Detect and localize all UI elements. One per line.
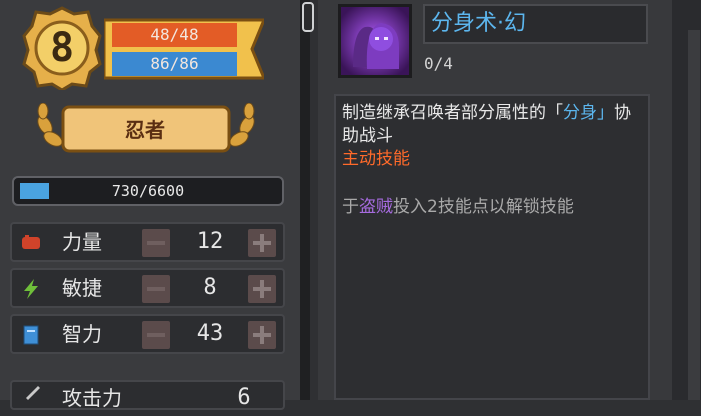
agility-plus-button[interactable]	[248, 275, 276, 303]
shadow-clone-icon	[341, 7, 409, 75]
panel-divider	[300, 0, 314, 400]
tab-handle[interactable]	[302, 2, 314, 32]
skill-name-box: 分身术·幻	[423, 4, 648, 44]
intelligence-minus-button[interactable]	[142, 321, 170, 349]
stat-label: 攻击力	[62, 386, 122, 410]
mp-bar: 86/86	[112, 52, 237, 76]
sword-icon	[26, 386, 40, 400]
skill-description-box: 制造继承召唤者部分属性的「分身」协助战斗 主动技能 于盗贼投入2技能点以解锁技能	[334, 94, 650, 400]
book-icon	[23, 325, 39, 345]
skill-type: 主动技能	[342, 149, 410, 169]
unlock-requirement: 于盗贼投入2技能点以解锁技能	[342, 196, 642, 219]
stat-row-attack: 攻击力 6	[10, 380, 285, 410]
stat-row-intelligence: 智力 43	[10, 314, 285, 354]
class-title: 忍者	[125, 118, 165, 142]
stat-value: 43	[196, 321, 224, 346]
xp-text: 730/6600	[111, 182, 185, 200]
skill-clone-icon[interactable]	[338, 4, 412, 78]
scroll-strip[interactable]	[688, 30, 700, 400]
xp-bar: 730/6600	[12, 176, 284, 206]
unlock-suffix: 投入2技能点以解锁技能	[393, 197, 574, 217]
strength-plus-button[interactable]	[248, 229, 276, 257]
stat-row-agility: 敏捷 8	[10, 268, 285, 308]
agility-minus-button[interactable]	[142, 275, 170, 303]
stat-value: 6	[237, 385, 251, 410]
stat-label: 力量	[62, 230, 102, 254]
skill-level: 0/4	[424, 54, 453, 73]
stat-value: 12	[196, 229, 224, 254]
stat-row-strength: 力量 12	[10, 222, 285, 262]
stat-label: 敏捷	[62, 276, 102, 300]
strength-minus-button[interactable]	[142, 229, 170, 257]
stat-value: 8	[203, 275, 217, 300]
lightning-icon	[24, 279, 38, 299]
stat-label: 智力	[62, 322, 102, 346]
hp-bar: 48/48	[112, 23, 237, 47]
unlock-prefix: 于	[342, 197, 359, 217]
desc-text-1: 制造继承召唤者部分属性的「	[342, 103, 563, 123]
desc-highlight: 分身」	[563, 103, 614, 123]
level-number: 8	[49, 25, 75, 71]
right-edge	[672, 0, 701, 400]
intelligence-plus-button[interactable]	[248, 321, 276, 349]
fist-icon	[22, 235, 40, 249]
skill-name: 分身术·幻	[431, 11, 526, 36]
skill-description: 制造继承召唤者部分属性的「分身」协助战斗 主动技能	[342, 102, 642, 171]
unlock-class: 盗贼	[359, 197, 393, 217]
